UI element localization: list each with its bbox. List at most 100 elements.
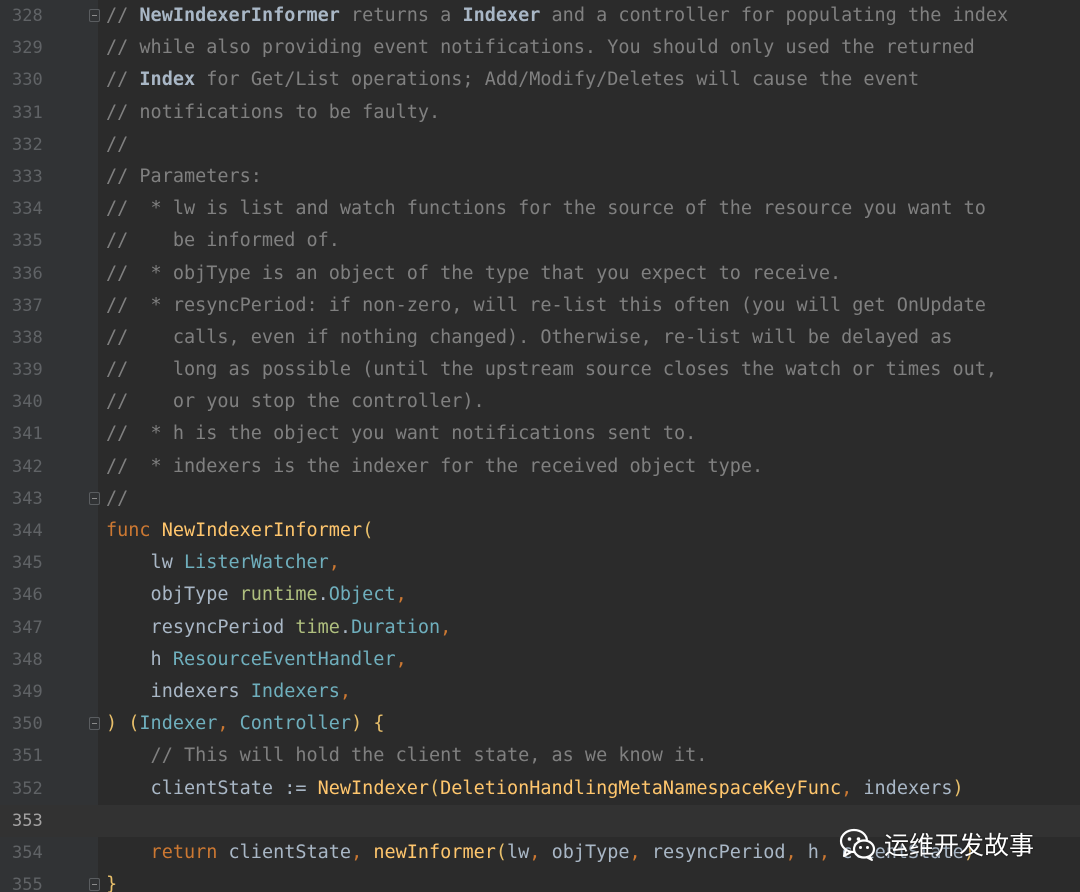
code-line[interactable]: 337 // * resyncPeriod: if non-zero, will …	[0, 290, 1080, 322]
code-editor[interactable]: 328 // NewIndexerInformer returns a Index…	[0, 0, 1080, 892]
code-text: // * objType is an object of the type th…	[106, 258, 841, 290]
fold-marker-icon[interactable]	[89, 717, 100, 731]
code-token: objType	[551, 841, 630, 863]
code-text: // or you stop the controller).	[106, 386, 485, 418]
code-text: resyncPeriod time.Duration,	[106, 612, 452, 644]
code-token: runtime	[239, 584, 318, 606]
code-token: ,	[217, 713, 240, 735]
code-text: //	[106, 129, 128, 161]
code-token: (	[362, 520, 374, 541]
code-token: ,	[395, 584, 407, 606]
code-line[interactable]: 347 resyncPeriod time.Duration,	[0, 612, 1080, 644]
code-line[interactable]: 333 // Parameters:	[0, 161, 1080, 193]
fold-marker-icon[interactable]	[89, 491, 100, 505]
code-token: // while also providing event notificati…	[106, 37, 975, 59]
code-line[interactable]: 348 h ResourceEventHandler,	[0, 644, 1080, 676]
line-number: 333	[12, 166, 43, 187]
code-token: and a controller for populating the inde…	[540, 5, 1009, 26]
line-number: 330	[12, 70, 43, 91]
code-line[interactable]: 340 // or you stop the controller).	[0, 386, 1080, 418]
code-text: // Index for Get/List operations; Add/Mo…	[106, 64, 919, 96]
code-text: // be informed of.	[106, 225, 340, 257]
code-line[interactable]: 341 // * h is the object you want notific…	[0, 418, 1080, 450]
code-token: ) {	[351, 713, 385, 735]
code-token: // * h is the object you want notificati…	[106, 423, 697, 445]
code-text: // * resyncPeriod: if non-zero, will re-…	[106, 290, 986, 322]
code-token: // This will hold the client state, as w…	[106, 745, 708, 767]
code-line[interactable]: 330 // Index for Get/List operations; Add…	[0, 64, 1080, 96]
code-token: ,	[395, 648, 407, 670]
code-token: // Parameters:	[106, 165, 262, 187]
code-token: }	[106, 874, 118, 892]
code-line[interactable]: 342 // * indexers is the indexer for the …	[0, 451, 1080, 483]
code-token: Object	[328, 584, 396, 606]
code-line[interactable]: 339 // long as possible (until the upstre…	[0, 354, 1080, 386]
code-line[interactable]: 328 // NewIndexerInformer returns a Index…	[0, 0, 1080, 32]
code-line[interactable]: 350) (Indexer, Controller) {	[0, 708, 1080, 740]
code-text: // * indexers is the indexer for the rec…	[106, 451, 763, 483]
code-line[interactable]: 329 // while also providing event notific…	[0, 32, 1080, 64]
code-line[interactable]: 338 // calls, even if nothing changed). O…	[0, 322, 1080, 354]
code-token: for Get/List operations; Add/Modify/Dele…	[195, 69, 920, 91]
code-token: //	[106, 133, 129, 155]
code-token: //	[106, 487, 129, 509]
line-number: 350	[12, 714, 43, 735]
fold-marker-icon[interactable]	[89, 9, 100, 22]
code-token: // be informed of.	[106, 230, 340, 252]
code-token: )	[952, 777, 964, 799]
code-line[interactable]: 335 // be informed of.	[0, 225, 1080, 257]
code-line[interactable]: 331 // notifications to be faulty.	[0, 97, 1080, 129]
code-token: time	[295, 616, 340, 638]
code-line[interactable]: 334 // * lw is list and watch functions f…	[0, 193, 1080, 225]
code-text: }	[106, 869, 117, 892]
code-line[interactable]: 349 indexers Indexers,	[0, 676, 1080, 708]
code-token: ,	[440, 616, 452, 638]
code-token: )	[106, 713, 118, 735]
code-token: // * indexers is the indexer for the rec…	[106, 455, 764, 477]
line-number: 335	[12, 231, 43, 252]
line-number: 346	[12, 585, 43, 606]
code-token: resyncPeriod	[651, 841, 786, 863]
code-token: ,	[529, 841, 552, 863]
code-text: h ResourceEventHandler,	[106, 644, 407, 676]
code-token: // * objType is an object of the type th…	[106, 262, 842, 284]
fold-marker-icon[interactable]	[89, 878, 100, 892]
code-text: indexers Indexers,	[106, 676, 352, 708]
code-line[interactable]: 336 // * objType is an object of the type…	[0, 258, 1080, 290]
line-number: 339	[12, 360, 43, 381]
code-token: ,	[339, 680, 352, 702]
code-token: .	[339, 616, 352, 638]
code-token: clientState :=	[106, 777, 318, 799]
code-line[interactable]: 355}	[0, 869, 1080, 892]
code-text: // calls, even if nothing changed). Othe…	[106, 322, 952, 354]
watermark: 运维开发故事	[838, 822, 1034, 866]
code-token: Duration	[351, 616, 441, 638]
code-token: func	[106, 520, 162, 541]
code-token: //	[106, 5, 140, 26]
line-number: 354	[12, 842, 43, 863]
code-token: Index	[139, 69, 196, 91]
code-line[interactable]: 345 lw ListerWatcher,	[0, 547, 1080, 579]
code-line[interactable]: 351 // This will hold the client state, …	[0, 740, 1080, 772]
code-text: // Parameters:	[106, 161, 262, 193]
code-token: h	[106, 648, 173, 670]
line-number: 332	[12, 134, 43, 155]
code-token: Controller	[239, 713, 352, 735]
code-token: // * lw is list and watch functions for …	[106, 198, 986, 220]
code-line[interactable]: 332 //	[0, 129, 1080, 161]
code-token: h	[807, 841, 819, 863]
code-line[interactable]: 343 //	[0, 483, 1080, 515]
code-line[interactable]: 346 objType runtime.Object,	[0, 579, 1080, 611]
code-text: // while also providing event notificati…	[106, 32, 975, 64]
code-token: lw	[507, 841, 530, 863]
code-line[interactable]: 352 clientState := NewIndexer(DeletionHa…	[0, 773, 1080, 805]
code-line[interactable]: 344 func NewIndexerInformer(	[0, 515, 1080, 547]
line-number: 349	[12, 681, 43, 702]
code-token: ,	[841, 777, 864, 799]
line-number: 341	[12, 424, 43, 445]
line-number: 342	[12, 456, 43, 477]
code-token: // * resyncPeriod: if non-zero, will re-…	[106, 294, 986, 316]
line-number: 340	[12, 392, 43, 413]
line-number: 343	[12, 488, 43, 509]
line-number: 353	[12, 810, 43, 831]
